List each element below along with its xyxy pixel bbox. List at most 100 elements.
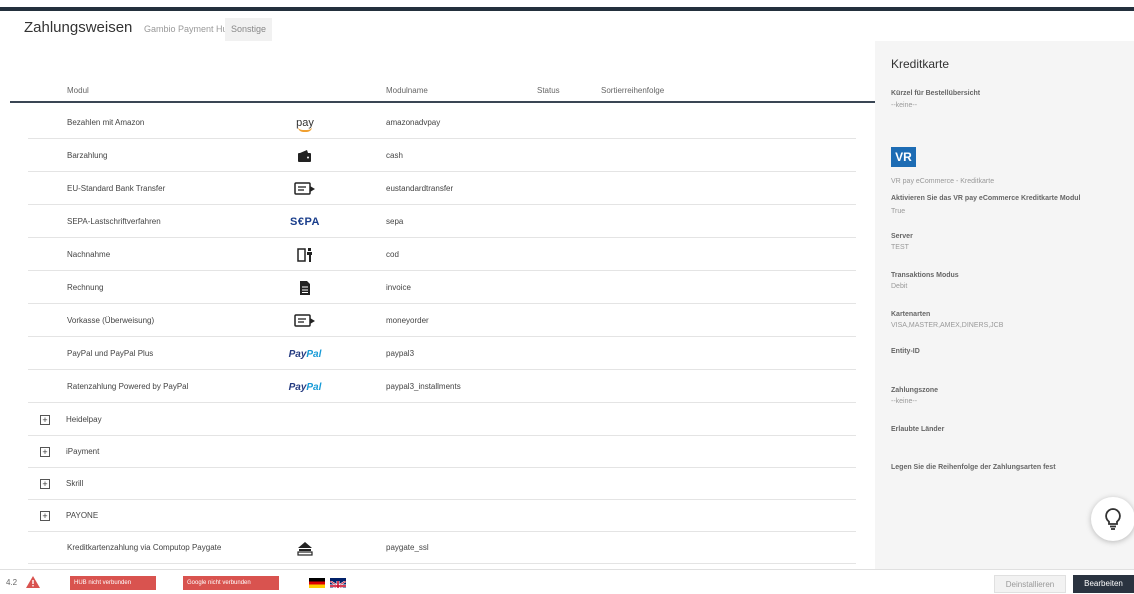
table-row[interactable]: Nachnahme cod: [28, 239, 856, 271]
version-text: 4.2: [6, 578, 18, 587]
module-details-sidebar: Kreditkarte Kürzel für Bestellübersicht …: [875, 41, 1134, 569]
lightbulb-icon: [1105, 508, 1121, 530]
page-title: Zahlungsweisen: [24, 19, 133, 36]
cash-on-delivery-icon: [283, 245, 327, 265]
group-label: Heidelpay: [66, 415, 102, 424]
module-code: cod: [386, 250, 399, 259]
card-types-value: VISA,MASTER,AMEX,DINERS,JCB: [891, 322, 1004, 329]
sort-order-label: Legen Sie die Reihenfolge der Zahlungsar…: [891, 464, 1056, 471]
column-header-modulname[interactable]: Modulname: [386, 86, 428, 95]
table-row[interactable]: Vorkasse (Überweisung) moneyorder: [28, 305, 856, 337]
table-row[interactable]: Barzahlung cash: [28, 140, 856, 172]
tab-sonstige[interactable]: Sonstige: [225, 18, 273, 41]
tab-gambio-payment-hub[interactable]: Gambio Payment Hub: [138, 18, 239, 41]
server-label: Server: [891, 233, 913, 240]
google-status-text: Google nicht verbunden: [187, 580, 251, 586]
payment-zone-value: --keine--: [891, 398, 918, 405]
table-row[interactable]: Ratenzahlung Powered by PayPal PayPal pa…: [28, 371, 856, 403]
module-code: paypal3_installments: [386, 382, 461, 391]
module-label: Nachnahme: [67, 250, 111, 259]
group-label: Skrill: [66, 479, 84, 488]
uninstall-button[interactable]: Deinstallieren: [994, 575, 1066, 593]
paypal-logo-pay: Pay: [288, 381, 307, 393]
module-label: PayPal und PayPal Plus: [67, 349, 154, 358]
uk-flag-icon[interactable]: [330, 578, 346, 588]
expand-plus-icon[interactable]: +: [40, 479, 50, 489]
amazon-pay-logo-text: pay: [296, 117, 314, 132]
table-header: Modul Modulname Status Sortierreihenfolg…: [10, 41, 875, 103]
module-label: Ratenzahlung Powered by PayPal: [67, 382, 189, 391]
wallet-icon: [283, 146, 327, 166]
german-flag-icon[interactable]: [309, 578, 325, 588]
entity-id-label: Entity-ID: [891, 348, 920, 355]
module-label: SEPA-Lastschriftverfahren: [67, 217, 161, 226]
google-status-badge[interactable]: Google nicht verbunden: [183, 576, 279, 590]
module-code: paypal3: [386, 349, 415, 358]
module-label: Vorkasse (Überweisung): [67, 316, 155, 325]
paypal-logo-pay: Pay: [288, 348, 307, 360]
invoice-icon: [283, 278, 327, 298]
server-value: TEST: [891, 244, 909, 251]
shortcut-value: --keine--: [891, 102, 918, 109]
money-transfer-icon: [283, 311, 327, 331]
shortcut-label: Kürzel für Bestellübersicht: [891, 90, 981, 97]
expand-plus-icon[interactable]: +: [40, 511, 50, 521]
allowed-countries-label: Erlaubte Länder: [891, 426, 945, 433]
group-label: iPayment: [66, 447, 100, 456]
vr-pay-logo: VR: [891, 147, 916, 167]
module-code: eustandardtransfer: [386, 184, 454, 193]
module-code: cash: [386, 151, 403, 160]
module-label: EU-Standard Bank Transfer: [67, 184, 166, 193]
group-row-payone[interactable]: + PAYONE: [28, 500, 856, 532]
module-label: Rechnung: [67, 283, 104, 292]
table-row[interactable]: SEPA-Lastschriftverfahren S€PA sepa: [28, 206, 856, 238]
paypal-logo-pal: Pal: [306, 381, 322, 393]
warning-icon[interactable]: [26, 576, 40, 588]
group-row-ipayment[interactable]: + iPayment: [28, 436, 856, 468]
help-lightbulb-button[interactable]: [1091, 497, 1134, 541]
table-row[interactable]: PayPal und PayPal Plus PayPal paypal3: [28, 338, 856, 370]
sepa-logo-text: S€PA: [290, 216, 320, 228]
module-label: Barzahlung: [67, 151, 108, 160]
activate-value: True: [891, 208, 906, 215]
column-header-sortierreihenfolge[interactable]: Sortierreihenfolge: [601, 86, 664, 95]
table-row[interactable]: Rechnung invoice: [28, 272, 856, 304]
payment-zone-label: Zahlungszone: [891, 387, 939, 394]
module-code: amazonadvpay: [386, 118, 441, 127]
payment-modules-table: Modul Modulname Status Sortierreihenfolg…: [10, 41, 875, 569]
expand-plus-icon[interactable]: +: [40, 415, 50, 425]
table-row[interactable]: Bezahlen mit Amazon pay amazonadvpay: [28, 107, 856, 139]
module-code: paygate_ssl: [386, 543, 429, 552]
sepa-icon: S€PA: [283, 212, 327, 232]
amazon-pay-icon: pay: [283, 113, 327, 133]
paypal-icon: PayPal: [283, 344, 327, 364]
transaction-mode-label: Transaktions Modus: [891, 272, 959, 279]
edit-button[interactable]: Bearbeiten: [1073, 575, 1134, 593]
money-transfer-icon: [283, 179, 327, 199]
group-label: PAYONE: [66, 511, 99, 520]
column-header-status[interactable]: Status: [537, 86, 560, 95]
table-row[interactable]: EU-Standard Bank Transfer eustandardtran…: [28, 173, 856, 205]
hub-status-text: HUB nicht verbunden: [74, 580, 132, 586]
transaction-mode-value: Debit: [891, 283, 908, 290]
footer-bar: 4.2 HUB nicht verbunden Google nicht ver…: [0, 569, 1134, 594]
credit-card-payment-icon: [283, 538, 327, 558]
group-row-skrill[interactable]: + Skrill: [28, 468, 856, 500]
page-header: Zahlungsweisen Gambio Payment Hub Sonsti…: [10, 11, 1134, 41]
sidebar-title: Kreditkarte: [891, 57, 950, 71]
module-code: sepa: [386, 217, 404, 226]
module-label: Kreditkartenzahlung via Computop Paygate: [67, 543, 222, 552]
activate-label: Aktivieren Sie das VR pay eCommerce Kred…: [891, 195, 1081, 202]
paypal-logo-pal: Pal: [306, 348, 322, 360]
module-label: Bezahlen mit Amazon: [67, 118, 145, 127]
module-code: invoice: [386, 283, 411, 292]
hub-status-badge[interactable]: HUB nicht verbunden: [70, 576, 156, 590]
module-code: moneyorder: [386, 316, 429, 325]
paypal-icon: PayPal: [283, 377, 327, 397]
table-row[interactable]: Kreditkartenzahlung via Computop Paygate…: [28, 532, 856, 564]
column-header-modul[interactable]: Modul: [67, 86, 89, 95]
card-types-label: Kartenarten: [891, 311, 931, 318]
module-description: VR pay eCommerce - Kreditkarte: [891, 178, 995, 185]
expand-plus-icon[interactable]: +: [40, 447, 50, 457]
group-row-heidelpay[interactable]: + Heidelpay: [28, 404, 856, 436]
